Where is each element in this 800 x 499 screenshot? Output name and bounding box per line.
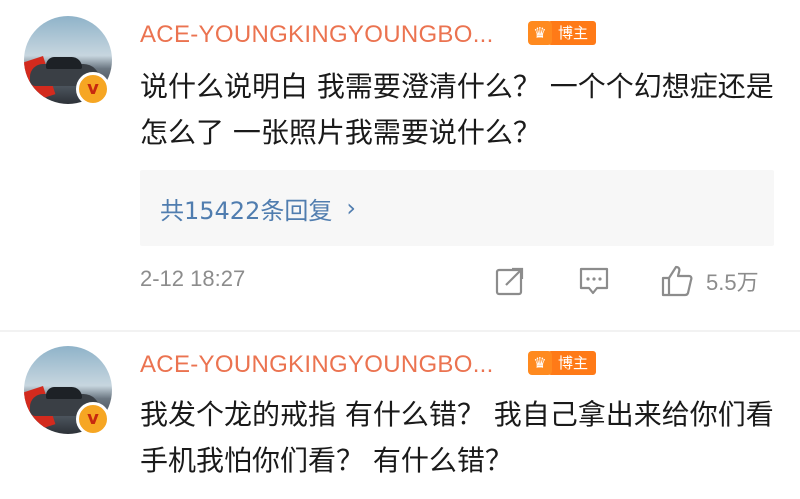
bozhu-label: 博主 bbox=[548, 21, 597, 45]
comment-text: 我发个龙的戒指 有什么错？ 我自己拿出来给你们看手机我怕你们看？ 有什么错？ bbox=[140, 398, 774, 477]
crown-icon: ♛ bbox=[528, 21, 552, 45]
comment-icon bbox=[579, 267, 609, 295]
car-window-graphic bbox=[46, 387, 82, 399]
comment-item: v ACE-YOUNGKINGYOUNGBO... ♛ 博主 我发个龙的戒指 有… bbox=[0, 332, 800, 499]
like-count: 5.5万 bbox=[706, 270, 759, 295]
comment-button[interactable] bbox=[578, 263, 610, 299]
verified-icon: v bbox=[76, 72, 110, 106]
username[interactable]: ACE-YOUNGKINGYOUNGBO... bbox=[140, 21, 494, 49]
comment-item: v ACE-YOUNGKINGYOUNGBO... ♛ 博主 说什么说明白 我需… bbox=[0, 0, 800, 330]
username[interactable]: ACE-YOUNGKINGYOUNGBO... bbox=[140, 351, 494, 379]
car-window-graphic bbox=[46, 57, 82, 69]
chevron-right-icon: › bbox=[346, 194, 356, 222]
replies-count: 共15422条回复 bbox=[160, 196, 333, 225]
verified-icon: v bbox=[76, 402, 110, 436]
bozhu-badge: ♛ 博主 bbox=[528, 349, 597, 377]
bozhu-label: 博主 bbox=[548, 351, 597, 375]
timestamp: 2-12 18:27 bbox=[140, 266, 246, 291]
share-icon bbox=[495, 267, 524, 296]
comment-text: 说什么说明白 我需要澄清什么？ 一个个幻想症还是怎么了 一张照片我需要说什么？ bbox=[140, 70, 774, 149]
crown-icon: ♛ bbox=[528, 351, 552, 375]
replies-link[interactable]: 共15422条回复 › bbox=[140, 170, 774, 246]
like-button[interactable]: 5.5万 bbox=[660, 263, 759, 299]
like-icon bbox=[661, 265, 693, 297]
share-button[interactable] bbox=[494, 263, 526, 299]
bozhu-badge: ♛ 博主 bbox=[528, 19, 597, 47]
